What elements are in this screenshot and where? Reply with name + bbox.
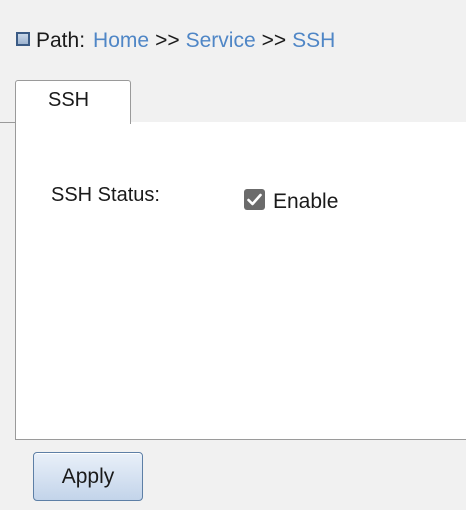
- breadcrumb: Path: Home >> Service >> SSH: [16, 26, 335, 56]
- ssh-enable-checkbox[interactable]: Enable: [244, 184, 338, 214]
- tab-ssh[interactable]: SSH: [15, 80, 131, 124]
- breadcrumb-separator: >>: [155, 29, 180, 52]
- checkbox-checked-icon[interactable]: [244, 188, 265, 210]
- breadcrumb-link-service[interactable]: Service: [186, 29, 256, 53]
- checkmark-icon: [247, 193, 262, 205]
- ssh-status-label: SSH Status:: [51, 184, 160, 206]
- page: Path: Home >> Service >> SSH SSH SSH Sta…: [0, 0, 466, 510]
- path-square-icon: [16, 32, 30, 46]
- apply-button[interactable]: Apply: [33, 452, 143, 501]
- breadcrumb-link-ssh[interactable]: SSH: [292, 29, 335, 53]
- ssh-settings-panel: SSH Status: Enable: [15, 122, 466, 440]
- breadcrumb-link-home[interactable]: Home: [93, 29, 149, 53]
- breadcrumb-separator: >>: [261, 29, 287, 52]
- enable-label: Enable: [273, 190, 339, 213]
- path-label: Path:: [36, 29, 86, 52]
